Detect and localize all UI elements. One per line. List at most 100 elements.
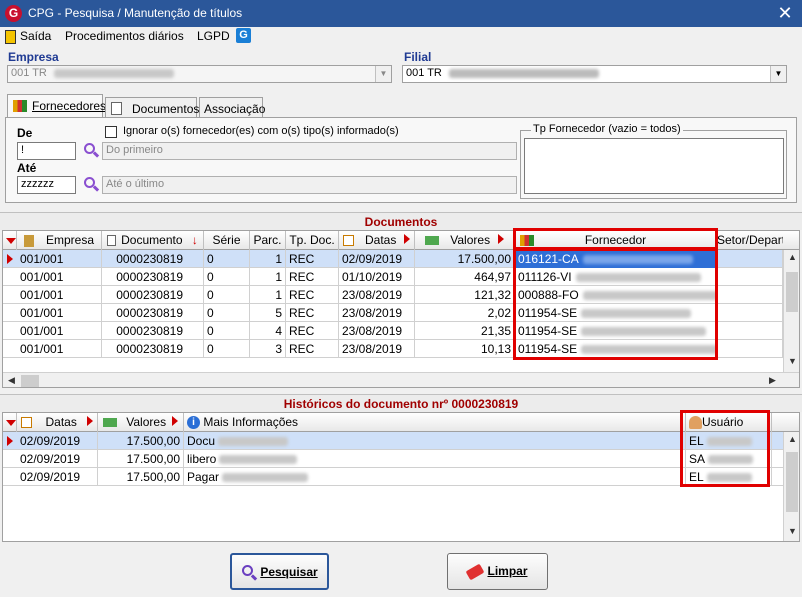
ignorar-label: Ignorar o(s) fornecedor(es) com o(s) tip… bbox=[123, 125, 399, 137]
cell-setor bbox=[717, 322, 783, 340]
col-parc[interactable]: Parc. bbox=[250, 231, 286, 250]
cell-serie: 0 bbox=[204, 304, 250, 322]
row-indicator bbox=[3, 450, 17, 468]
highlight-fornecedor-column bbox=[513, 248, 718, 360]
col-empresa[interactable]: Empresa bbox=[17, 231, 102, 250]
cell-documento: 0000230819 bbox=[102, 340, 204, 358]
de-input[interactable]: ! bbox=[17, 142, 76, 160]
cell-data: 02/09/2019 bbox=[17, 450, 98, 468]
exit-door-icon bbox=[5, 30, 16, 44]
tab-fornecedores[interactable]: Fornecedores bbox=[7, 94, 106, 118]
cell-serie: 0 bbox=[204, 322, 250, 340]
cell-serie: 0 bbox=[204, 268, 250, 286]
cell-documento: 0000230819 bbox=[102, 286, 204, 304]
cell-documento: 0000230819 bbox=[102, 250, 204, 268]
row-indicator bbox=[3, 432, 17, 450]
col-setor[interactable]: Setor/Depart bbox=[717, 231, 783, 250]
window-title: CPG - Pesquisa / Manutenção de títulos bbox=[28, 6, 243, 20]
app-logo-icon: G bbox=[5, 5, 22, 22]
cell-data: 02/09/2019 bbox=[17, 468, 98, 486]
tp-fornecedor-list[interactable] bbox=[524, 138, 784, 194]
limpar-button[interactable]: Limpar bbox=[447, 553, 548, 590]
col-datas[interactable]: Datas bbox=[339, 231, 415, 250]
scroll-thumb[interactable] bbox=[786, 272, 798, 312]
menu-procedimentos-diarios[interactable]: Procedimentos diários bbox=[65, 29, 184, 43]
filial-combo[interactable]: 001 TR ▼ bbox=[402, 65, 787, 83]
cell-valor: 10,13 bbox=[415, 340, 515, 358]
cell-valor: 17.500,00 bbox=[98, 450, 184, 468]
money-icon bbox=[424, 236, 439, 246]
table-row[interactable]: 02/09/2019 17.500,00 Docu EL bbox=[3, 432, 783, 450]
cell-parc: 1 bbox=[250, 250, 286, 268]
tab-associacao[interactable]: Associação bbox=[199, 97, 265, 119]
ate-input[interactable]: zzzzzz bbox=[17, 176, 76, 194]
cell-info: Docu bbox=[184, 432, 686, 450]
scroll-left-icon[interactable]: ◀ bbox=[8, 375, 15, 386]
fornecedores-icon bbox=[13, 100, 27, 112]
cell-setor bbox=[717, 304, 783, 322]
scroll-thumb[interactable] bbox=[21, 375, 39, 387]
col-datas[interactable]: Datas bbox=[17, 413, 98, 432]
cell-serie: 0 bbox=[204, 286, 250, 304]
scroll-thumb[interactable] bbox=[786, 452, 798, 512]
scroll-up-icon[interactable]: ▲ bbox=[788, 252, 797, 262]
cell-empresa: 001/001 bbox=[17, 340, 102, 358]
cell-info: libero bbox=[184, 450, 686, 468]
ate-description: Até o último bbox=[102, 176, 517, 194]
filter-arrow-icon bbox=[404, 234, 411, 244]
cell-parc: 1 bbox=[250, 286, 286, 304]
row-indicator bbox=[3, 304, 17, 322]
search-icon[interactable] bbox=[82, 176, 100, 194]
col-tp-doc[interactable]: Tp. Doc. bbox=[286, 231, 339, 250]
current-row-icon bbox=[7, 254, 13, 264]
chevron-down-icon[interactable]: ▼ bbox=[375, 66, 391, 82]
col-valores[interactable]: Valores bbox=[98, 413, 184, 432]
cell-tp: REC bbox=[286, 304, 339, 322]
documentos-vscroll[interactable]: ▲ ▼ bbox=[783, 250, 799, 372]
eraser-icon bbox=[466, 563, 485, 581]
row-indicator bbox=[3, 340, 17, 358]
search-icon bbox=[241, 564, 258, 581]
filter-arrow-icon bbox=[86, 416, 93, 426]
scroll-down-icon[interactable]: ▼ bbox=[788, 356, 797, 366]
title-bar: G CPG - Pesquisa / Manutenção de títulos… bbox=[0, 0, 802, 27]
filter-arrow-icon bbox=[498, 234, 505, 244]
lgpd-logo-icon[interactable]: G bbox=[236, 28, 251, 43]
cell-documento: 0000230819 bbox=[102, 322, 204, 340]
close-button[interactable]: ✕ bbox=[770, 2, 800, 24]
search-icon[interactable] bbox=[82, 142, 100, 160]
cell-empresa: 001/001 bbox=[17, 250, 102, 268]
cell-parc: 1 bbox=[250, 268, 286, 286]
pesquisar-button[interactable]: Pesquisar bbox=[230, 553, 329, 590]
menu-lgpd[interactable]: LGPD bbox=[197, 29, 230, 43]
cell-tp: REC bbox=[286, 250, 339, 268]
scroll-up-icon[interactable]: ▲ bbox=[788, 434, 797, 444]
table-row[interactable]: 02/09/2019 17.500,00 libero SA bbox=[3, 450, 783, 468]
documentos-hscroll[interactable]: ◀ ▶ bbox=[3, 372, 799, 387]
filial-label: Filial bbox=[404, 50, 432, 64]
scroll-right-icon[interactable]: ▶ bbox=[769, 375, 776, 386]
col-valores[interactable]: Valores bbox=[415, 231, 515, 250]
table-row[interactable]: 02/09/2019 17.500,00 Pagar EL bbox=[3, 468, 783, 486]
cell-valor: 21,35 bbox=[415, 322, 515, 340]
tab-documentos[interactable]: Documentos bbox=[105, 97, 199, 119]
cell-valor: 2,02 bbox=[415, 304, 515, 322]
col-mais-informacoes[interactable]: i Mais Informações bbox=[184, 413, 686, 432]
highlight-usuario-column bbox=[680, 410, 770, 487]
cell-data: 01/10/2019 bbox=[339, 268, 415, 286]
chevron-down-icon[interactable]: ▼ bbox=[770, 66, 786, 82]
cell-tp: REC bbox=[286, 268, 339, 286]
historicos-vscroll[interactable]: ▲ ▼ bbox=[783, 432, 799, 541]
header-indicator bbox=[3, 413, 17, 432]
document-icon bbox=[111, 102, 122, 115]
cell-parc: 5 bbox=[250, 304, 286, 322]
ignorar-checkbox[interactable] bbox=[105, 126, 117, 138]
menu-saida[interactable]: Saída bbox=[20, 29, 51, 43]
highlight-fornecedor-header bbox=[513, 228, 718, 250]
empresa-combo[interactable]: 001 TR ▼ bbox=[7, 65, 392, 83]
cell-empresa: 001/001 bbox=[17, 304, 102, 322]
col-serie[interactable]: Série bbox=[204, 231, 250, 250]
col-documento[interactable]: Documento ↓ bbox=[102, 231, 204, 250]
cell-tp: REC bbox=[286, 322, 339, 340]
scroll-down-icon[interactable]: ▼ bbox=[788, 526, 797, 536]
